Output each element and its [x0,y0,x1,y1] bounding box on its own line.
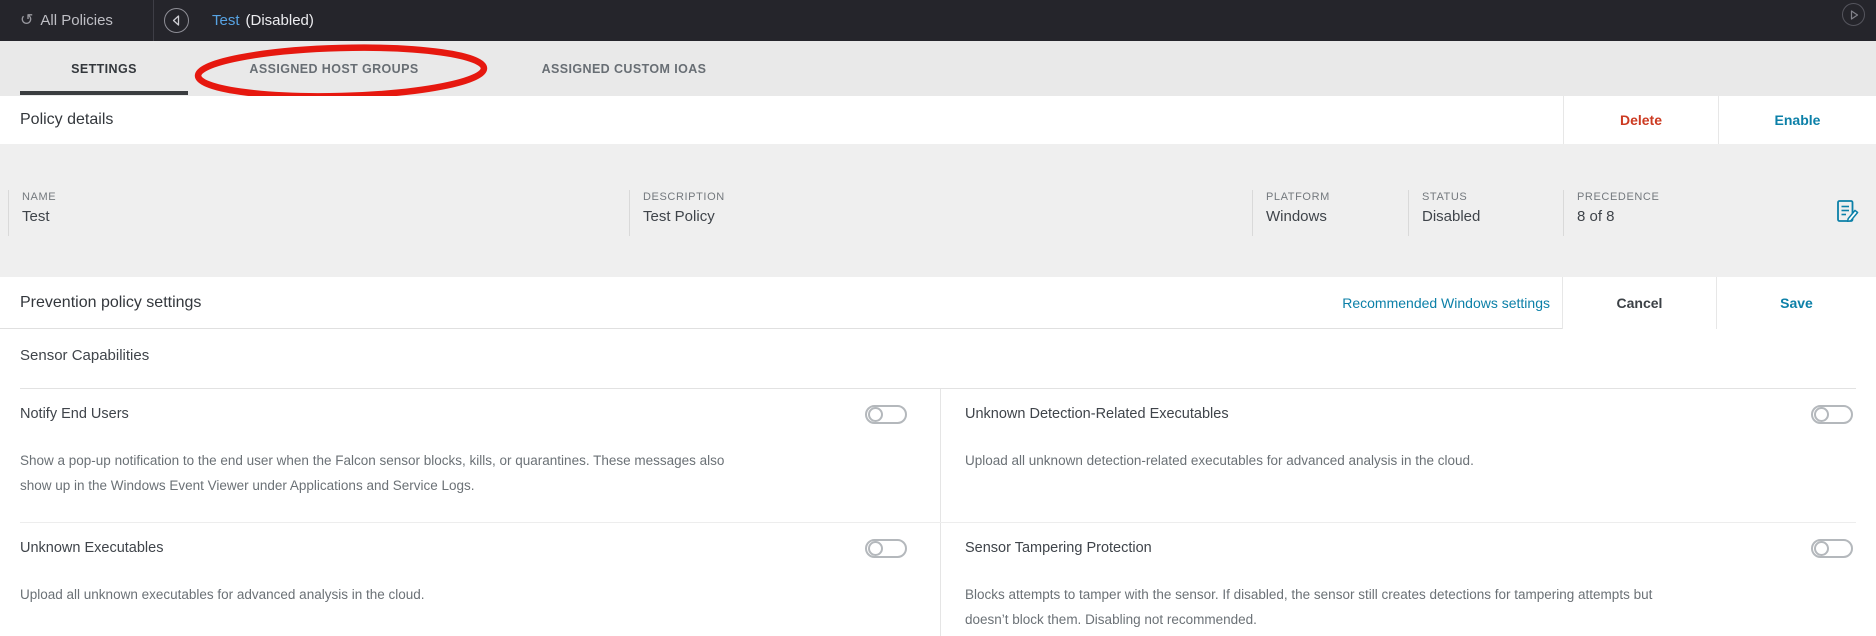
setting-description: Show a pop-up notification to the end us… [20,453,725,493]
back-button[interactable] [164,8,189,33]
tab-settings[interactable]: SETTINGS [20,41,188,96]
page-title: Test (Disabled) [212,0,314,41]
unknown-executables-toggle[interactable] [865,538,907,558]
prevention-policy-page: ↺ All Policies Test (Disabled) SETTINGS … [0,0,1876,636]
field-name: NAME Test [8,190,608,236]
field-status-value: Disabled [1422,208,1481,225]
sensor-capabilities-heading: Sensor Capabilities [20,347,150,364]
all-policies-breadcrumb[interactable]: ↺ All Policies [20,0,113,41]
recommended-settings-link[interactable]: Recommended Windows settings [1342,277,1550,329]
setting-notify-end-users: Notify End Users Show a pop-up notificat… [20,389,920,498]
field-precedence-value: 8 of 8 [1577,208,1615,225]
policy-details-header: Policy details Delete Enable [0,96,1876,144]
enable-button[interactable]: Enable [1718,96,1876,144]
toggle-knob [1814,540,1829,556]
setting-description: Upload all unknown executables for advan… [20,587,425,602]
setting-name: Notify End Users [20,406,129,422]
top-bar: ↺ All Policies Test (Disabled) [0,0,1876,41]
field-description-label: DESCRIPTION [643,191,725,203]
tab-assigned-custom-ioas[interactable]: ASSIGNED CUSTOM IOAS [480,41,768,96]
field-platform-value: Windows [1266,208,1327,225]
tab-assigned-host-groups[interactable]: ASSIGNED HOST GROUPS [188,41,480,96]
toggle-knob [1814,406,1829,422]
setting-name: Unknown Detection-Related Executables [965,406,1229,422]
delete-button[interactable]: Delete [1563,96,1718,144]
setting-description: Blocks attempts to tamper with the senso… [965,587,1653,627]
policy-state: (Disabled) [245,12,314,29]
unknown-detection-related-executables-toggle[interactable] [1811,404,1853,424]
prevention-settings-title: Prevention policy settings [20,294,202,311]
prevention-settings-header: Prevention policy settings Recommended W… [0,277,1876,329]
return-arrow-icon: ↺ [20,11,34,29]
policy-name: Test [212,12,240,29]
toggle-knob [868,540,883,556]
field-status-label: STATUS [1422,191,1468,203]
policy-details-title: Policy details [20,111,114,128]
column-divider [940,389,941,636]
field-precedence: PRECEDENCE 8 of 8 [1563,190,1713,236]
save-button[interactable]: Save [1716,277,1876,329]
edit-list-icon [1837,200,1859,223]
field-name-label: NAME [22,191,57,203]
field-platform: PLATFORM Windows [1252,190,1402,236]
setting-unknown-detection-related-executables: Unknown Detection-Related Executables Up… [965,389,1853,473]
setting-name: Sensor Tampering Protection [965,540,1152,556]
topbar-divider [153,0,154,41]
policy-details-section: NAME Test DESCRIPTION Test Policy PLATFO… [0,144,1876,277]
edit-precedence-button[interactable] [1835,199,1859,223]
sensor-tampering-protection-toggle[interactable] [1811,538,1853,558]
left-chevron-icon [172,15,180,26]
setting-name: Unknown Executables [20,540,164,556]
field-precedence-label: PRECEDENCE [1577,191,1660,203]
play-icon [1850,9,1858,20]
field-name-value: Test [22,208,50,225]
setting-sensor-tampering-protection: Sensor Tampering Protection Blocks attem… [965,523,1853,632]
expand-button[interactable] [1842,3,1865,26]
field-description: DESCRIPTION Test Policy [629,190,1229,236]
field-description-value: Test Policy [643,208,715,225]
setting-unknown-executables: Unknown Executables Upload all unknown e… [20,523,920,607]
all-policies-label: All Policies [40,12,113,29]
tab-bar: SETTINGS ASSIGNED HOST GROUPS ASSIGNED C… [0,41,1876,96]
field-platform-label: PLATFORM [1266,191,1330,203]
notify-end-users-toggle[interactable] [865,404,907,424]
setting-description: Upload all unknown detection-related exe… [965,453,1474,468]
field-status: STATUS Disabled [1408,190,1556,236]
toggle-knob [868,406,883,422]
cancel-button[interactable]: Cancel [1562,277,1716,329]
